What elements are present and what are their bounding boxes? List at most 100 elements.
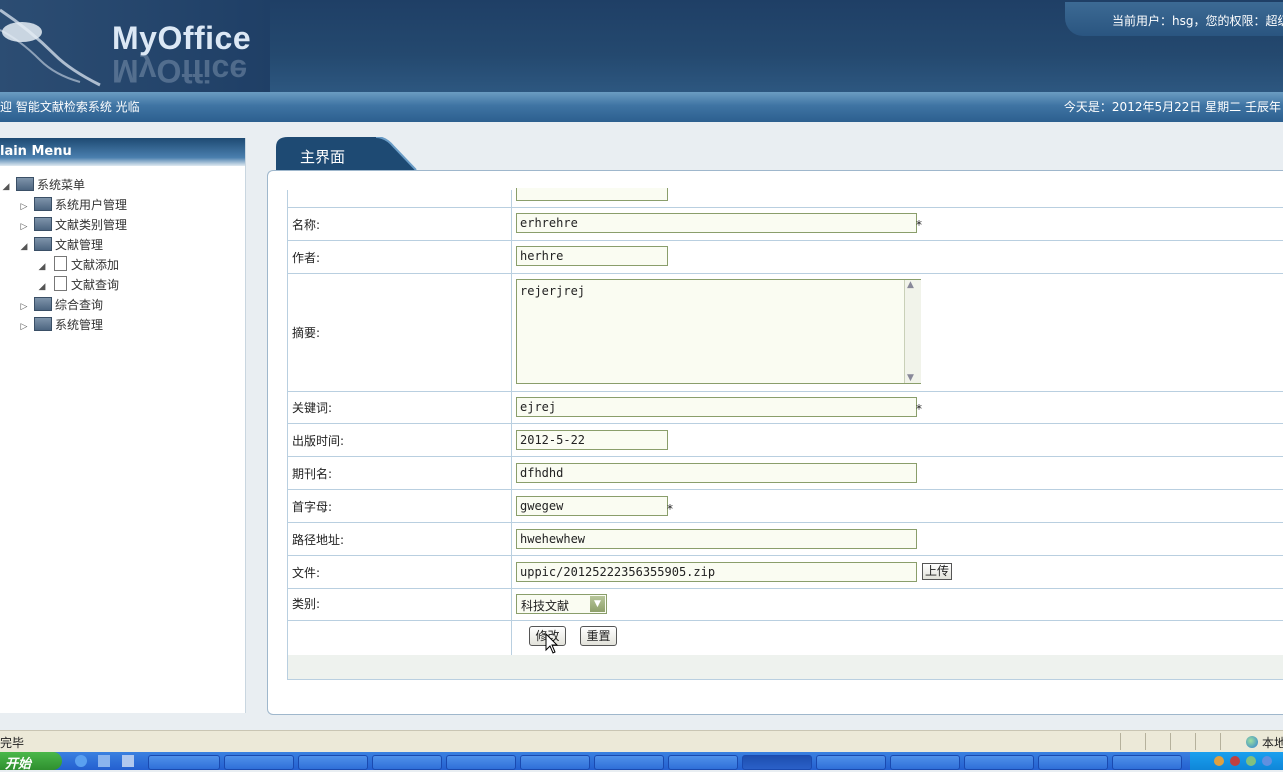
collapsed-arrow-icon[interactable]: ▷ (18, 198, 30, 216)
form-row-category: 类别: (287, 588, 1283, 621)
reset-button[interactable]: 重置 (580, 626, 617, 646)
current-user-info: 当前用户：hsg，您的权限：超级 (1112, 14, 1283, 28)
tab-main[interactable]: 主界面 (300, 146, 345, 167)
tray-icon[interactable] (1214, 756, 1224, 766)
taskbar-window-button-active[interactable] (742, 755, 812, 770)
taskbar-window-button[interactable] (224, 755, 294, 770)
start-label: 开始 (5, 757, 32, 772)
taskbar-window-button[interactable] (148, 755, 220, 770)
status-divider (1120, 733, 1121, 750)
welcome-text: 迎 智能文献检索系统 光临 (0, 100, 140, 114)
required-mark: * (667, 502, 673, 516)
clipped-input[interactable] (516, 188, 668, 201)
file-input[interactable]: uppic/20125222356355905.zip (516, 562, 917, 582)
tray-icon[interactable] (1230, 756, 1240, 766)
tree-item-combined-query[interactable]: ▷ 综合查询 (18, 296, 103, 314)
taskbar-window-button[interactable] (520, 755, 590, 770)
label-cell: 摘要: (288, 273, 512, 391)
required-mark: * (916, 402, 922, 416)
taskbar-window-button[interactable] (964, 755, 1034, 770)
taskbar-window-button[interactable] (298, 755, 368, 770)
tree-item-category-management[interactable]: ▷ 文献类别管理 (18, 216, 127, 234)
tree-item-system-menu[interactable]: ◢ 系统菜单 (0, 176, 85, 194)
scroll-down-icon[interactable]: ▼ (907, 373, 914, 383)
category-select[interactable]: 科技文献 ▼ (516, 594, 607, 614)
browser-status-bar: 完毕 本地 (0, 730, 1283, 753)
logo-reflection: MyOffice (112, 53, 248, 89)
collapsed-arrow-icon[interactable]: ▷ (18, 318, 30, 336)
folder-icon (16, 177, 34, 191)
folder-icon (34, 217, 52, 231)
category-label: 类别: (292, 597, 321, 611)
sidebar-header: lain Menu (0, 138, 245, 166)
tree-item-label: 系统用户管理 (55, 198, 128, 212)
journal-input[interactable]: dfhdhd (516, 463, 917, 483)
main-tab-shape[interactable] (276, 137, 421, 170)
collapsed-arrow-icon[interactable]: ▷ (18, 218, 30, 236)
bird-logo-icon (0, 8, 101, 87)
form-footer (287, 655, 1283, 680)
textarea-scrollbar[interactable]: ▲ ▼ (904, 280, 921, 383)
publish-date-input[interactable]: 2012-5-22 (516, 430, 668, 450)
tree-item-system-settings[interactable]: ▷ 系统管理 (18, 316, 103, 334)
publish-date-label: 出版时间: (292, 434, 345, 448)
taskbar-window-button[interactable] (1038, 755, 1108, 770)
status-divider (1195, 733, 1196, 750)
label-cell: 期刊名: (288, 456, 512, 489)
file-label: 文件: (292, 566, 321, 580)
taskbar-window-button[interactable] (668, 755, 738, 770)
tree-item-label: 文献添加 (71, 258, 120, 272)
keywords-label: 关键词: (292, 401, 333, 415)
expanded-arrow-icon[interactable]: ◢ (18, 238, 30, 256)
path-label: 路径地址: (292, 533, 345, 547)
sidebar: lain Menu ◢ 系统菜单 ▷ 系统用户管理 ▷ 文献类别管理 ◢ 文献管理 ◢ 文… (0, 138, 246, 713)
form-row-author: 作者: (287, 240, 1283, 274)
label-cell: 关键词: (288, 391, 512, 423)
taskbar-window-button[interactable] (594, 755, 664, 770)
label-cell (288, 620, 512, 655)
tree-item-label: 文献类别管理 (55, 218, 128, 232)
form-row-actions (287, 620, 1283, 656)
expanded-arrow-icon[interactable]: ◢ (0, 178, 12, 196)
tree-item-label: 系统菜单 (37, 178, 86, 192)
form-row-clipped (287, 190, 1283, 208)
keywords-input[interactable]: ejrej (516, 397, 917, 417)
author-input[interactable]: herhre (516, 246, 668, 266)
quick-launch-ie-icon[interactable] (75, 755, 87, 767)
initial-label: 首字母: (292, 500, 333, 514)
collapsed-arrow-icon[interactable]: ▷ (18, 298, 30, 316)
tree-item-document-management[interactable]: ◢ 文献管理 (18, 236, 103, 254)
taskbar-window-button[interactable] (890, 755, 960, 770)
abstract-label: 摘要: (292, 326, 321, 340)
quick-launch-icon[interactable] (122, 755, 134, 767)
tree-item-label: 综合查询 (55, 298, 104, 312)
tree-item-add-document[interactable]: ◢ 文献添加 (36, 256, 119, 274)
start-button[interactable]: 开始 (0, 752, 62, 772)
tree-item-user-management[interactable]: ▷ 系统用户管理 (18, 196, 127, 214)
quick-launch-icon[interactable] (98, 755, 110, 767)
date-text: 今天是：2012年5月22日 星期二 壬辰年 (1063, 100, 1281, 114)
scroll-up-icon[interactable]: ▲ (907, 280, 914, 290)
path-input[interactable]: hwehewhew (516, 529, 917, 549)
taskbar-window-button[interactable] (816, 755, 886, 770)
tray-icon[interactable] (1246, 756, 1256, 766)
taskbar-window-button[interactable] (446, 755, 516, 770)
folder-icon (34, 297, 52, 311)
initial-input[interactable]: gwegew (516, 496, 668, 516)
taskbar-window-button[interactable] (372, 755, 442, 770)
leaf-marker-icon: ◢ (38, 282, 46, 292)
tray-icon[interactable] (1262, 756, 1272, 766)
app-header: MyOffice MyOffice 当前用户：hsg，您的权限：超级 (0, 0, 1283, 92)
label-cell: 类别: (288, 588, 512, 620)
status-divider (1170, 733, 1171, 750)
sidebar-title: lain Menu (0, 144, 72, 159)
required-mark: * (916, 218, 922, 232)
name-input[interactable]: erhrehre (516, 213, 917, 233)
taskbar-window-button[interactable] (1112, 755, 1182, 770)
abstract-textarea[interactable]: rejerjrej (516, 279, 921, 384)
upload-button[interactable]: 上传 (922, 563, 953, 580)
tree-item-query-document[interactable]: ◢ 文献查询 (36, 276, 119, 294)
chevron-down-icon[interactable]: ▼ (590, 596, 605, 612)
tree-item-label: 系统管理 (55, 318, 104, 332)
leaf-marker-icon: ◢ (38, 262, 46, 272)
